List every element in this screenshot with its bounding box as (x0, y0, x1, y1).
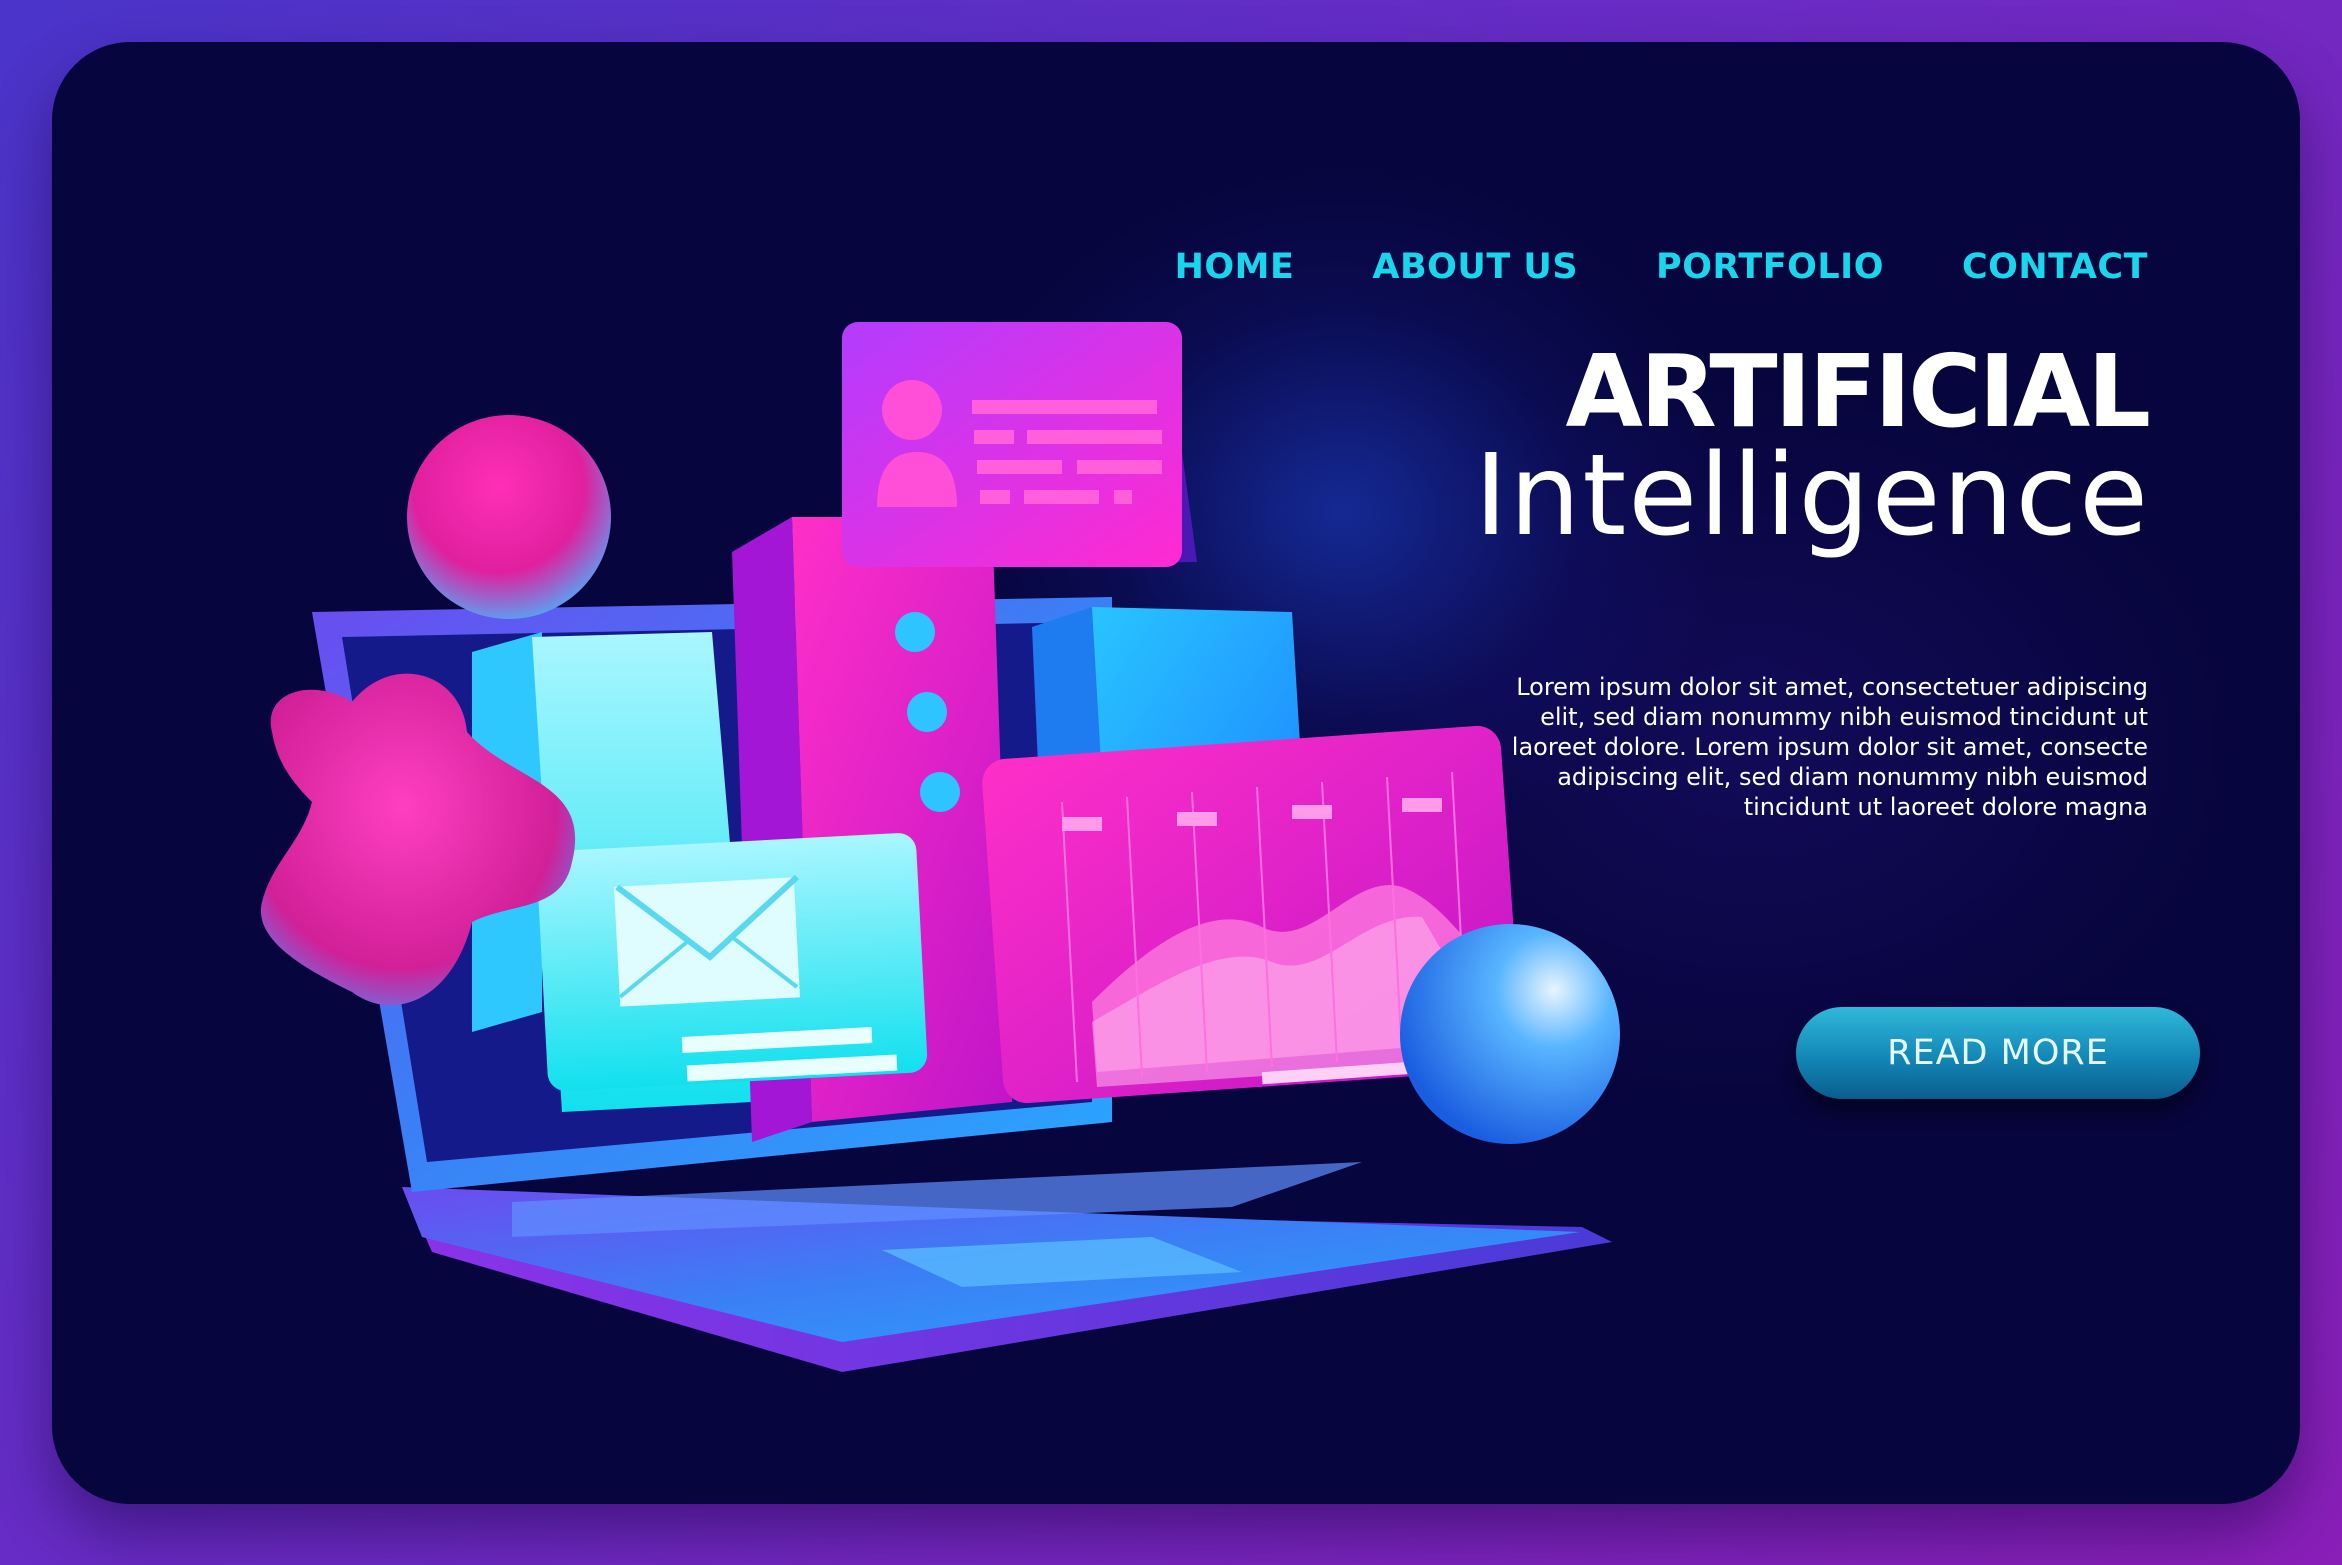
email-card (536, 833, 928, 1091)
nav-portfolio[interactable]: PORTFOLIO (1656, 247, 1884, 287)
main-nav: HOME ABOUT US PORTFOLIO CONTACT (1175, 247, 2148, 287)
hero-title-line1: ARTIFICIAL (1565, 333, 2151, 450)
nav-contact[interactable]: CONTACT (1962, 247, 2148, 287)
profile-card (842, 322, 1197, 567)
read-more-button[interactable]: READ MORE (1796, 1007, 2200, 1099)
hero-illustration (260, 322, 1620, 1372)
nav-about-us[interactable]: ABOUT US (1372, 247, 1578, 287)
pink-sphere (407, 415, 611, 619)
blue-sphere (1400, 924, 1620, 1144)
landing-page-frame: HOME ABOUT US PORTFOLIO CONTACT ARTIFICI… (52, 42, 2300, 1504)
envelope-icon (613, 874, 801, 1007)
nav-home[interactable]: HOME (1175, 247, 1295, 287)
